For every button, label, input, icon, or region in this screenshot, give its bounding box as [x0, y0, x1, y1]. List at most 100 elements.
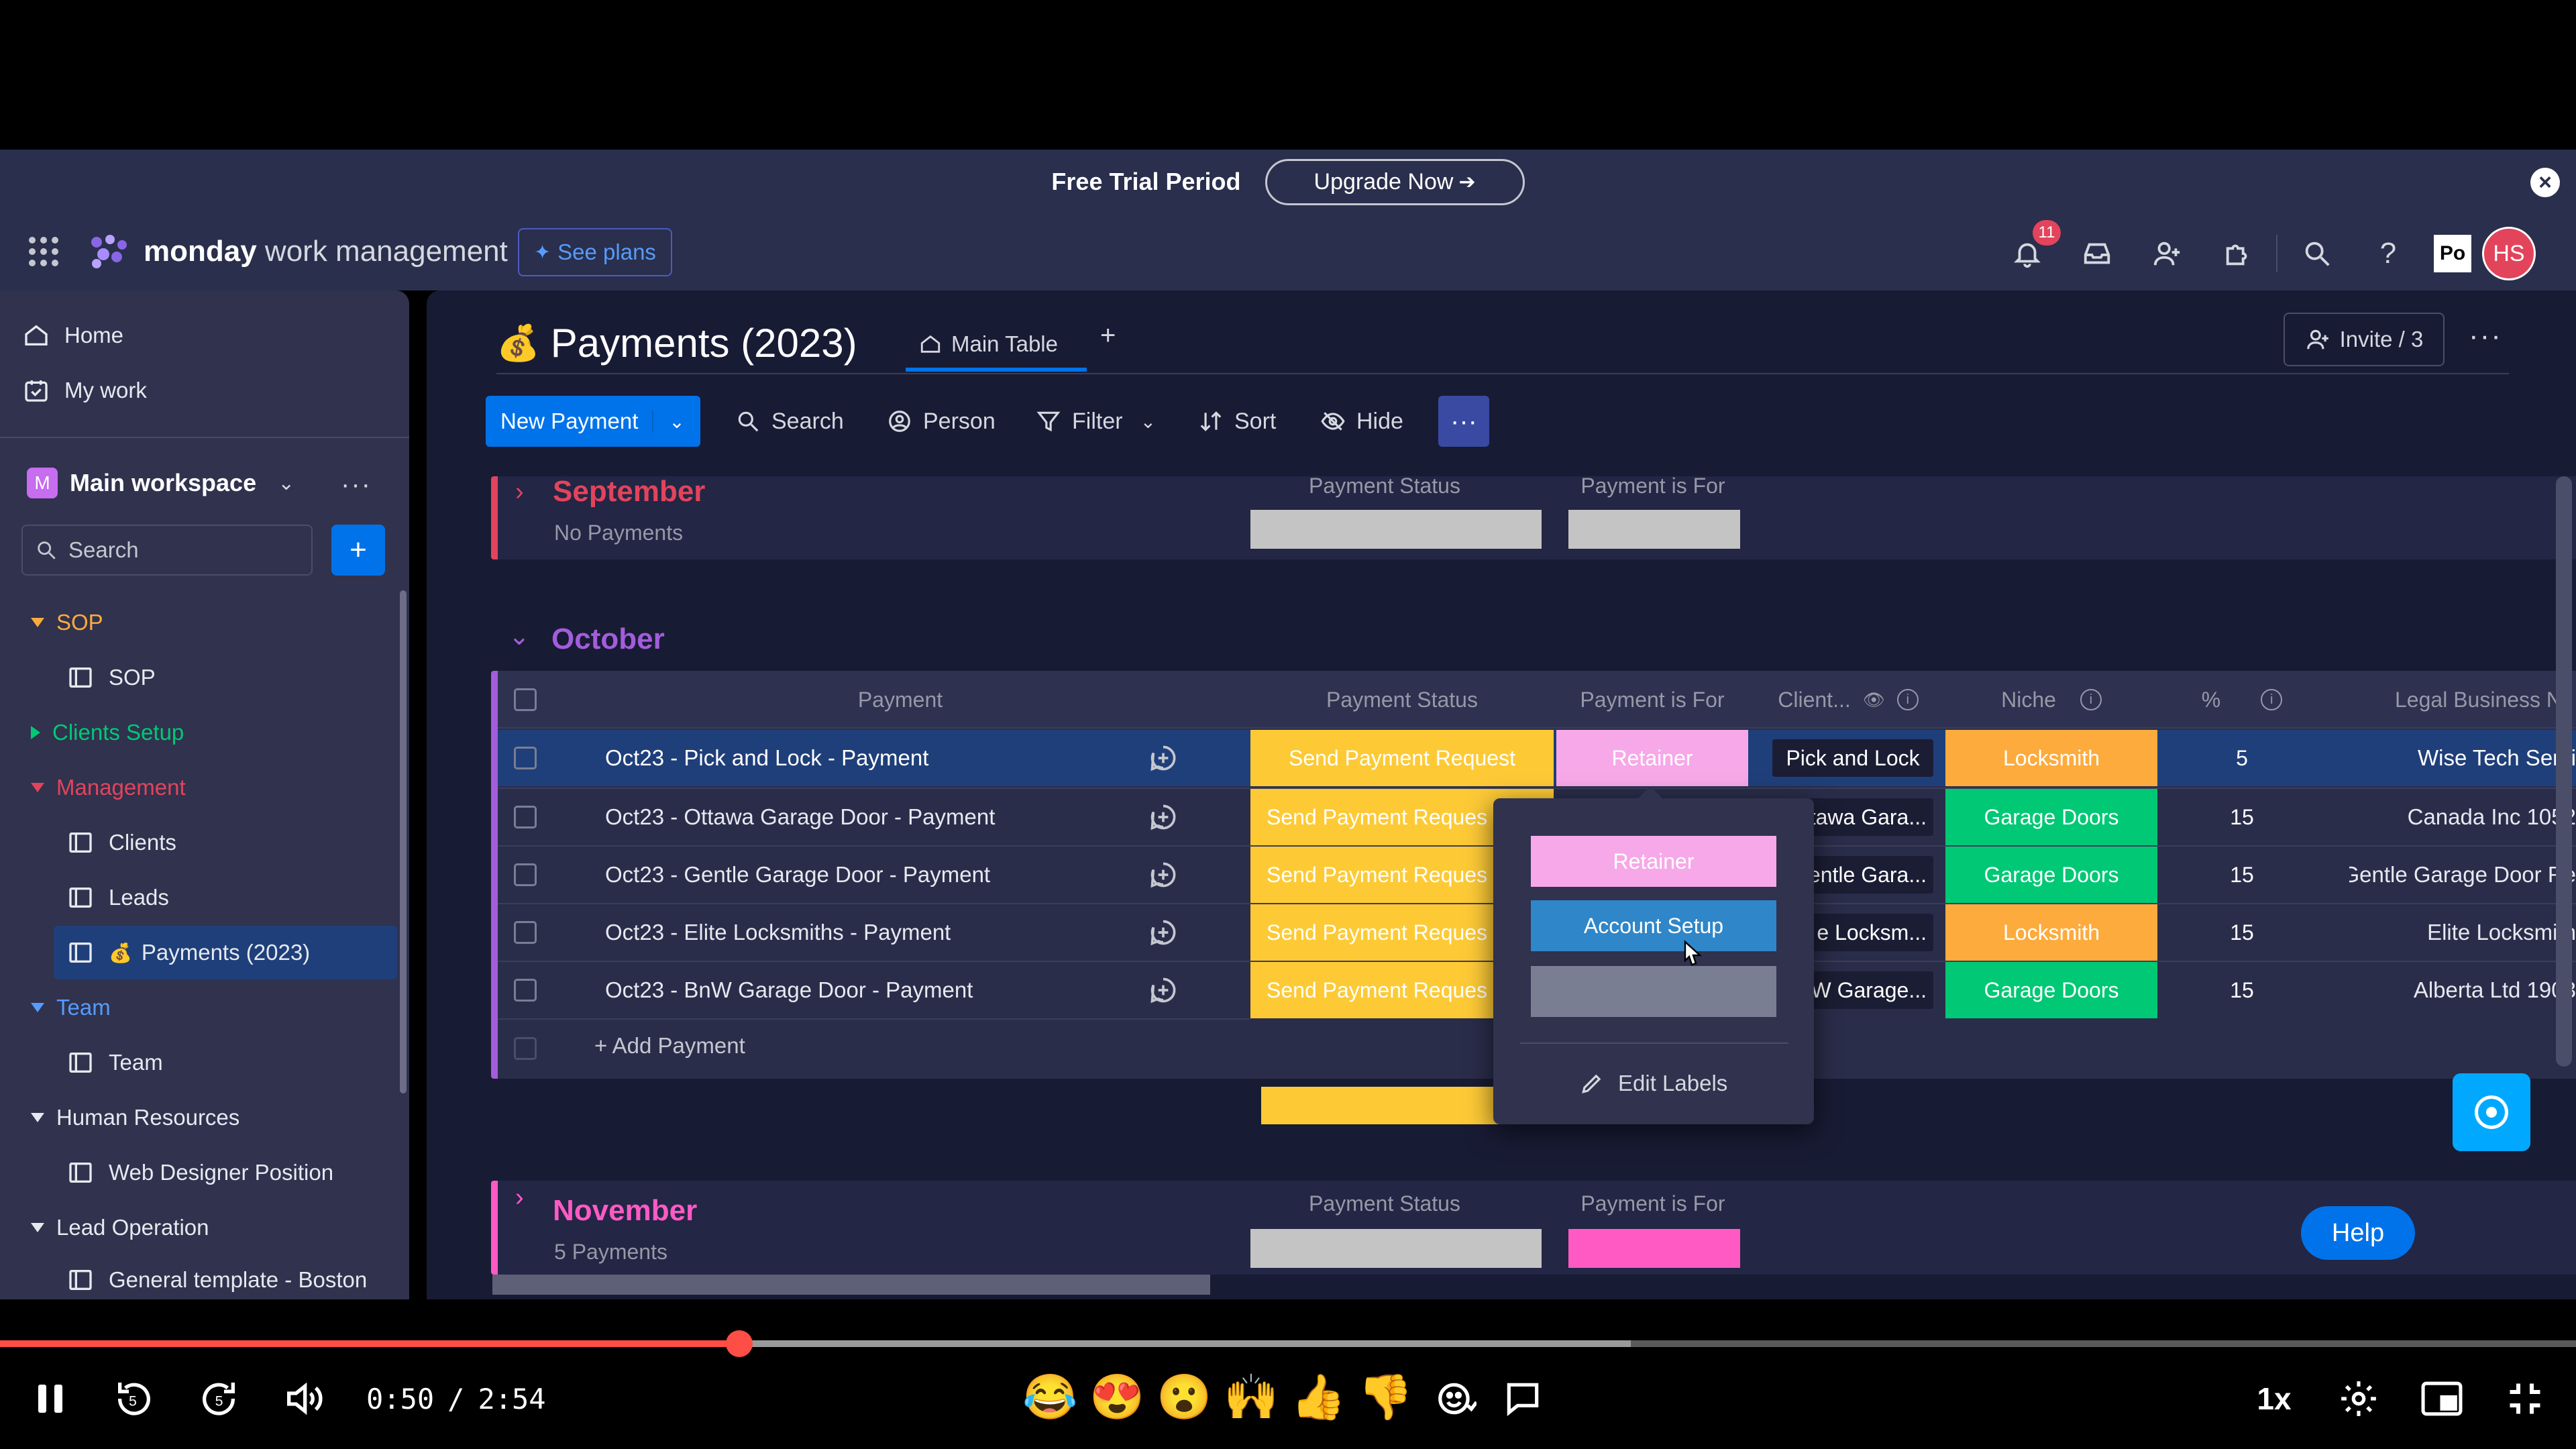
option-account-setup[interactable]: Account Setup	[1531, 900, 1776, 951]
add-view-button[interactable]: +	[1100, 321, 1116, 351]
chevron-right-icon[interactable]: ›	[515, 1183, 524, 1212]
record-widget-button[interactable]	[2453, 1073, 2530, 1151]
legal-business-cell[interactable]: Gentle Garage Door Re	[2349, 847, 2576, 903]
emoji-thumbs-up[interactable]: 👍	[1291, 1371, 1346, 1424]
board-more-icon[interactable]: ···	[2469, 319, 2502, 353]
workspace-selector[interactable]: M Main workspace ⌄	[27, 458, 294, 508]
hide-button[interactable]: Hide	[1320, 396, 1403, 447]
group-september-title[interactable]: September	[553, 475, 705, 508]
more-actions-button[interactable]: ···	[1438, 396, 1489, 447]
sidebar-search-input[interactable]: Search	[21, 525, 313, 576]
niche-cell[interactable]: Garage Doors	[1945, 847, 2157, 903]
niche-cell[interactable]: Garage Doors	[1945, 789, 2157, 845]
select-all-checkbox[interactable]	[514, 688, 537, 711]
niche-cell[interactable]: Locksmith	[1945, 904, 2157, 961]
close-banner-icon[interactable]: ×	[2530, 168, 2560, 197]
col-header-niche[interactable]: Niche i	[1945, 671, 2157, 729]
status-cell[interactable]: Send Payment Request	[1250, 730, 1554, 786]
help-icon[interactable]: ?	[2368, 233, 2408, 274]
monday-logo[interactable]: monday work management	[87, 228, 508, 275]
search-button[interactable]: Search	[735, 396, 844, 447]
row-checkbox[interactable]	[514, 921, 537, 944]
chevron-right-icon[interactable]: ›	[515, 478, 524, 506]
folder-lead-operation[interactable]: Lead Operation	[31, 1203, 209, 1252]
workspace-more-icon[interactable]: ···	[341, 470, 372, 500]
sidebar-item-sop[interactable]: SOP	[67, 653, 156, 702]
row-name[interactable]: Oct23 - Elite Locksmiths - Payment	[605, 904, 951, 961]
sort-button[interactable]: Sort	[1198, 396, 1276, 447]
progress-scrubber[interactable]	[726, 1330, 753, 1357]
picture-in-picture-button[interactable]	[2415, 1375, 2469, 1422]
row-name[interactable]: Oct23 - Pick and Lock - Payment	[605, 730, 928, 786]
emoji-thumbs-down[interactable]: 👎	[1358, 1371, 1413, 1424]
apps-grid-icon[interactable]	[27, 235, 60, 268]
folder-team[interactable]: Team	[31, 983, 111, 1032]
row-checkbox[interactable]	[514, 979, 537, 1002]
brand-badge[interactable]: Po	[2434, 235, 2471, 272]
emoji-heart-eyes[interactable]: 😍	[1089, 1371, 1144, 1424]
edit-labels-button[interactable]: Edit Labels	[1579, 1060, 1727, 1107]
invite-button[interactable]: Invite / 3	[2284, 313, 2445, 366]
comments-button[interactable]	[1496, 1375, 1550, 1422]
add-update-icon[interactable]	[1148, 975, 1178, 1005]
sidebar-item-my-work[interactable]: My work	[23, 366, 147, 415]
sidebar-item-general-template[interactable]: General template - Boston	[67, 1256, 367, 1304]
add-payment-button[interactable]: + Add Payment	[594, 1033, 745, 1059]
emoji-raised-hands[interactable]: 🙌	[1224, 1371, 1279, 1424]
emoji-joy[interactable]: 😂	[1022, 1371, 1077, 1424]
settings-button[interactable]	[2332, 1375, 2385, 1422]
row-name[interactable]: Oct23 - BnW Garage Door - Payment	[605, 962, 973, 1018]
sidebar-item-payments[interactable]: 💰 Payments (2023)	[67, 928, 310, 977]
help-button[interactable]: Help	[2301, 1206, 2415, 1260]
avatar[interactable]: HS	[2482, 227, 2536, 280]
option-empty[interactable]	[1531, 966, 1776, 1017]
folder-human-resources[interactable]: Human Resources	[31, 1093, 239, 1142]
row-checkbox[interactable]	[514, 747, 537, 769]
col-header-payment-for[interactable]: Payment is For	[1555, 671, 1750, 729]
add-update-icon[interactable]	[1148, 860, 1178, 890]
legal-business-cell[interactable]: Canada Inc 1052	[2349, 789, 2576, 845]
col-header-client[interactable]: Client... 👁 i	[1751, 671, 1945, 729]
upgrade-button[interactable]: Upgrade Now ➔	[1265, 158, 1525, 205]
folder-management[interactable]: Management	[31, 763, 186, 812]
add-reaction-button[interactable]	[1429, 1375, 1483, 1422]
vertical-scrollbar[interactable]	[2556, 476, 2572, 1067]
add-update-icon[interactable]	[1148, 743, 1178, 773]
niche-cell[interactable]: Garage Doors	[1945, 962, 2157, 1018]
folder-clients-setup[interactable]: Clients Setup	[31, 708, 184, 757]
payment-for-cell[interactable]: Retainer	[1556, 730, 1748, 786]
col-header-legal-business[interactable]: Legal Business N	[2341, 671, 2576, 729]
client-link-cell[interactable]: Pick and Lock	[1772, 739, 1933, 777]
emoji-surprised[interactable]: 😮	[1157, 1371, 1212, 1424]
add-update-icon[interactable]	[1148, 802, 1178, 832]
add-update-icon[interactable]	[1148, 918, 1178, 947]
invite-members-icon[interactable]	[2147, 233, 2187, 274]
inbox-icon[interactable]	[2077, 233, 2117, 274]
col-header-payment-status[interactable]: Payment Status	[1250, 671, 1554, 729]
new-payment-button[interactable]: New Payment ⌄	[486, 396, 700, 447]
folder-sop[interactable]: SOP	[31, 598, 103, 647]
option-retainer[interactable]: Retainer	[1531, 836, 1776, 887]
see-plans-button[interactable]: ✦ See plans	[518, 228, 672, 276]
sidebar-item-leads[interactable]: Leads	[67, 873, 169, 922]
legal-business-cell[interactable]: Alberta Ltd 1903	[2349, 962, 2576, 1018]
group-october-title[interactable]: October	[551, 623, 665, 656]
sidebar-item-web-designer[interactable]: Web Designer Position	[67, 1148, 333, 1197]
forward-5-button[interactable]: 5	[192, 1375, 246, 1422]
sidebar-item-team[interactable]: Team	[67, 1038, 163, 1087]
playback-speed-button[interactable]: 1x	[2247, 1375, 2301, 1422]
add-item-button[interactable]: +	[331, 525, 385, 576]
volume-button[interactable]	[276, 1375, 330, 1422]
group-november-title[interactable]: November	[553, 1194, 697, 1228]
col-header-payment[interactable]: Payment	[550, 671, 1250, 729]
sidebar-item-clients[interactable]: Clients	[67, 818, 176, 867]
niche-cell[interactable]: Locksmith	[1945, 730, 2157, 786]
chevron-down-icon[interactable]: ⌄	[652, 410, 700, 433]
table-row[interactable]: Oct23 - Pick and Lock - Payment Send Pay…	[498, 730, 2576, 786]
sidebar-item-home[interactable]: Home	[23, 311, 123, 360]
row-checkbox[interactable]	[514, 806, 537, 828]
legal-business-cell[interactable]: Wise Tech Servi	[2349, 730, 2576, 786]
pause-button[interactable]	[27, 1375, 74, 1422]
col-header-percent[interactable]: % i	[2157, 671, 2326, 729]
integrations-icon[interactable]	[2218, 233, 2258, 274]
